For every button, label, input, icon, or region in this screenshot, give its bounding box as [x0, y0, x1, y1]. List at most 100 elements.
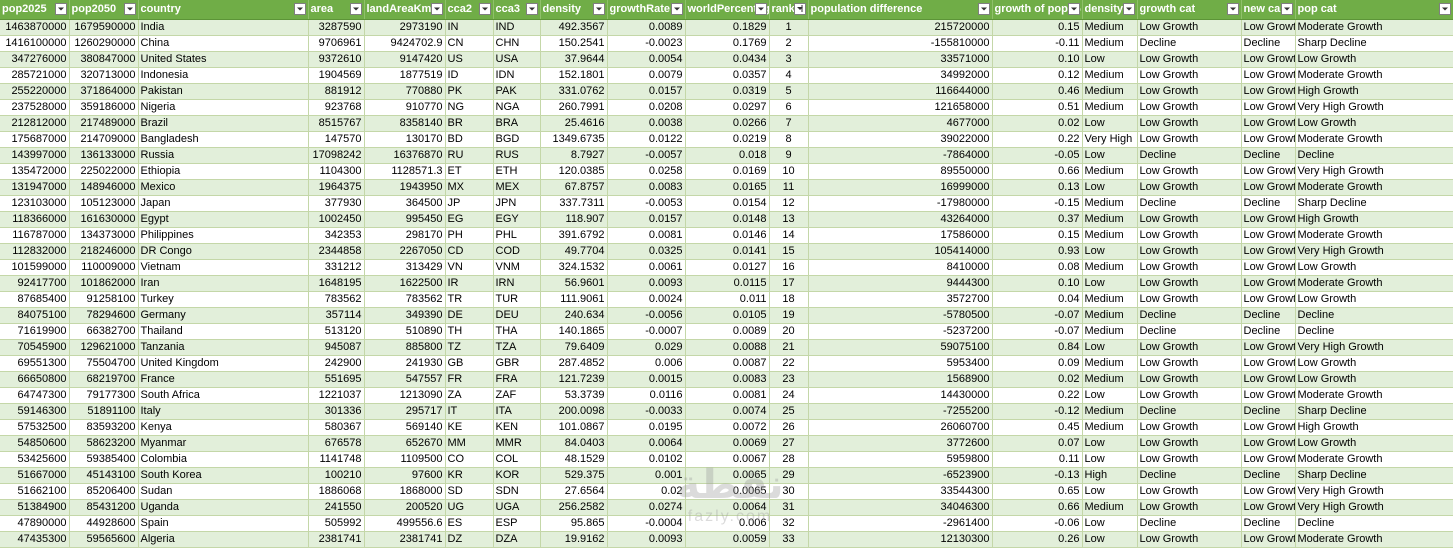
- table-cell[interactable]: 59146300: [0, 403, 70, 420]
- table-cell[interactable]: 78294600: [69, 307, 139, 324]
- table-cell[interactable]: 0.93: [992, 243, 1083, 260]
- table-cell[interactable]: Low Growt: [1241, 259, 1296, 276]
- table-cell[interactable]: 53425600: [0, 451, 70, 468]
- table-cell[interactable]: Decline: [1295, 515, 1453, 532]
- table-cell[interactable]: 18: [769, 291, 809, 308]
- table-cell[interactable]: -0.0056: [607, 307, 686, 324]
- table-cell[interactable]: Medium: [1082, 371, 1138, 388]
- filter-dropdown-icon[interactable]: [754, 3, 767, 15]
- table-cell[interactable]: Spain: [138, 515, 309, 532]
- table-cell[interactable]: Low Growt: [1241, 339, 1296, 356]
- column-header[interactable]: population difference: [808, 0, 993, 20]
- table-cell[interactable]: 71619900: [0, 323, 70, 340]
- table-cell[interactable]: Low Growt: [1241, 19, 1296, 36]
- table-cell[interactable]: 97600: [364, 467, 446, 484]
- table-cell[interactable]: Myanmar: [138, 435, 309, 452]
- table-cell[interactable]: 260.7991: [540, 99, 608, 116]
- table-cell[interactable]: -0.0023: [607, 35, 686, 52]
- table-cell[interactable]: 0.0067: [685, 451, 770, 468]
- sort-filter-icon[interactable]: [793, 3, 806, 15]
- table-cell[interactable]: United Kingdom: [138, 355, 309, 372]
- table-cell[interactable]: Medium: [1082, 323, 1138, 340]
- table-cell[interactable]: Low Growth: [1137, 451, 1242, 468]
- table-cell[interactable]: 1128571.3: [364, 163, 446, 180]
- table-cell[interactable]: South Korea: [138, 467, 309, 484]
- filter-dropdown-icon[interactable]: [123, 3, 136, 15]
- table-cell[interactable]: 0.0105: [685, 307, 770, 324]
- table-cell[interactable]: 885800: [364, 339, 446, 356]
- table-cell[interactable]: PH: [445, 227, 494, 244]
- table-cell[interactable]: 5953400: [808, 355, 993, 372]
- table-cell[interactable]: 75504700: [69, 355, 139, 372]
- table-cell[interactable]: 0.0258: [607, 163, 686, 180]
- table-cell[interactable]: Moderate Growth: [1295, 451, 1453, 468]
- table-cell[interactable]: DR Congo: [138, 243, 309, 260]
- filter-dropdown-icon[interactable]: [1122, 3, 1135, 15]
- table-cell[interactable]: 54850600: [0, 435, 70, 452]
- table-cell[interactable]: EG: [445, 211, 494, 228]
- table-cell[interactable]: 59075100: [808, 339, 993, 356]
- table-cell[interactable]: 27.6564: [540, 483, 608, 500]
- column-header[interactable]: new ca: [1241, 0, 1296, 20]
- table-cell[interactable]: 66382700: [69, 323, 139, 340]
- table-cell[interactable]: 0.0081: [685, 387, 770, 404]
- table-cell[interactable]: 0.0083: [607, 179, 686, 196]
- table-cell[interactable]: 391.6792: [540, 227, 608, 244]
- table-cell[interactable]: 2381741: [364, 531, 446, 548]
- table-cell[interactable]: 51384900: [0, 499, 70, 516]
- table-cell[interactable]: DE: [445, 307, 494, 324]
- table-cell[interactable]: Decline: [1295, 323, 1453, 340]
- table-cell[interactable]: 2344858: [308, 243, 365, 260]
- column-header[interactable]: growth cat: [1137, 0, 1242, 20]
- table-cell[interactable]: TZ: [445, 339, 494, 356]
- table-cell[interactable]: 320713000: [69, 67, 139, 84]
- table-cell[interactable]: RU: [445, 147, 494, 164]
- table-cell[interactable]: 116644000: [808, 83, 993, 100]
- table-cell[interactable]: 1868000: [364, 483, 446, 500]
- table-cell[interactable]: 175687000: [0, 131, 70, 148]
- table-cell[interactable]: 256.2582: [540, 499, 608, 516]
- table-cell[interactable]: UG: [445, 499, 494, 516]
- column-header[interactable]: rank: [769, 0, 809, 20]
- table-cell[interactable]: 783562: [364, 291, 446, 308]
- table-cell[interactable]: IDN: [493, 67, 541, 84]
- table-cell[interactable]: 9147420: [364, 51, 446, 68]
- table-cell[interactable]: Turkey: [138, 291, 309, 308]
- table-cell[interactable]: 17: [769, 275, 809, 292]
- table-cell[interactable]: Moderate Growth: [1295, 227, 1453, 244]
- table-cell[interactable]: -6523900: [808, 467, 993, 484]
- table-cell[interactable]: 47890000: [0, 515, 70, 532]
- table-cell[interactable]: IT: [445, 403, 494, 420]
- table-cell[interactable]: Bangladesh: [138, 131, 309, 148]
- table-cell[interactable]: VNM: [493, 259, 541, 276]
- table-cell[interactable]: 0.0195: [607, 419, 686, 436]
- table-cell[interactable]: 20: [769, 323, 809, 340]
- table-cell[interactable]: Low: [1082, 387, 1138, 404]
- table-cell[interactable]: 1104300: [308, 163, 365, 180]
- table-cell[interactable]: 342353: [308, 227, 365, 244]
- table-cell[interactable]: Decline: [1137, 403, 1242, 420]
- table-cell[interactable]: Medium: [1082, 83, 1138, 100]
- table-cell[interactable]: 10: [769, 163, 809, 180]
- table-cell[interactable]: COL: [493, 451, 541, 468]
- column-header[interactable]: country: [138, 0, 309, 20]
- table-cell[interactable]: 112832000: [0, 243, 70, 260]
- table-cell[interactable]: 0.0038: [607, 115, 686, 132]
- table-cell[interactable]: MMR: [493, 435, 541, 452]
- table-cell[interactable]: 357114: [308, 307, 365, 324]
- table-cell[interactable]: JPN: [493, 195, 541, 212]
- table-cell[interactable]: 110009000: [69, 259, 139, 276]
- table-cell[interactable]: 295717: [364, 403, 446, 420]
- table-cell[interactable]: 2: [769, 35, 809, 52]
- table-cell[interactable]: Low Growth: [1137, 275, 1242, 292]
- table-cell[interactable]: Low Growt: [1241, 355, 1296, 372]
- table-cell[interactable]: 0.0089: [607, 19, 686, 36]
- table-cell[interactable]: 32: [769, 515, 809, 532]
- table-cell[interactable]: 0.0141: [685, 243, 770, 260]
- table-cell[interactable]: Brazil: [138, 115, 309, 132]
- table-cell[interactable]: 70545900: [0, 339, 70, 356]
- table-cell[interactable]: Very High Growth: [1295, 99, 1453, 116]
- table-cell[interactable]: 0.0169: [685, 163, 770, 180]
- table-cell[interactable]: TH: [445, 323, 494, 340]
- table-cell[interactable]: Russia: [138, 147, 309, 164]
